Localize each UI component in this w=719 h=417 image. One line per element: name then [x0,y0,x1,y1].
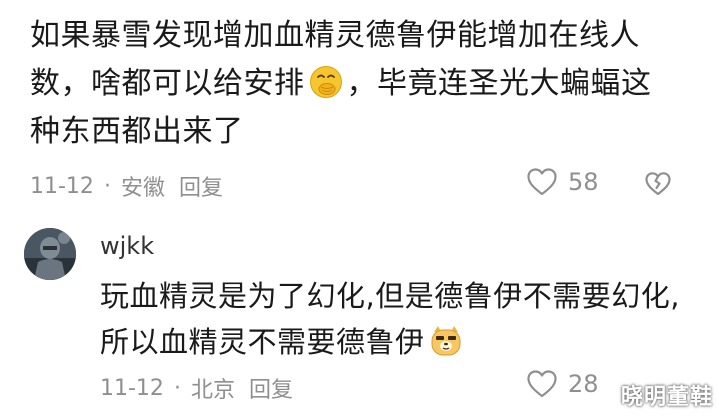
comment-body: 如果暴雪发现增加血精灵德鲁伊能增加在线人 数，啥都可以给安排 ，毕竟连圣光大蝙蝠… [30,12,670,156]
comment-line-2b: ，毕竟连圣光大蝙蝠这 [346,66,652,101]
reply-button[interactable]: 回复 [179,170,223,202]
reply-meta: 11-12 · 北京 回复 [100,372,293,404]
smug-dog-emoji-icon [431,326,461,356]
heart-icon[interactable] [526,369,558,399]
comment-meta: 11-12 · 安徽 回复 [30,170,223,202]
reply-like-button[interactable]: 28 [526,369,599,399]
comment-line-1: 如果暴雪发现增加血精灵德鲁伊能增加在线人 [30,18,640,53]
heart-icon[interactable] [526,167,558,197]
separator-dot: · [103,173,111,199]
broken-heart-icon[interactable] [644,171,672,197]
covering-mouth-laugh-emoji-icon [309,66,342,98]
comment-thread: 如果暴雪发现增加血精灵德鲁伊能增加在线人 数，啥都可以给安排 ，毕竟连圣光大蝙蝠… [0,0,719,417]
like-count: 28 [568,370,599,398]
reply-username[interactable]: wjkk [100,232,154,260]
reply-date: 11-12 [100,375,164,401]
reply-location: 北京 [190,378,235,403]
comment-like-button[interactable]: 58 [526,167,599,197]
reply-body: 玩血精灵是为了幻化,但是德鲁伊不需要幻化, 所以血精灵不需要德鲁伊 [100,273,690,365]
comment-date: 11-12 [30,173,94,199]
watermark: 晓明董鞋 [620,385,713,410]
comment-line-2a: 数，啥都可以给安排 [30,66,305,101]
avatar[interactable] [24,228,76,280]
reply-line-2: 所以血精灵不需要德鲁伊 [100,325,425,359]
reply-button[interactable]: 回复 [249,372,293,404]
reply-line-1: 玩血精灵是为了幻化,但是德鲁伊不需要幻化, [100,279,680,313]
separator-dot: · [173,375,181,401]
comment-line-3: 种东西都出来了 [30,114,244,149]
like-count: 58 [568,168,599,196]
comment-location: 安徽 [120,176,165,201]
armored-figure-avatar-image [24,228,76,280]
